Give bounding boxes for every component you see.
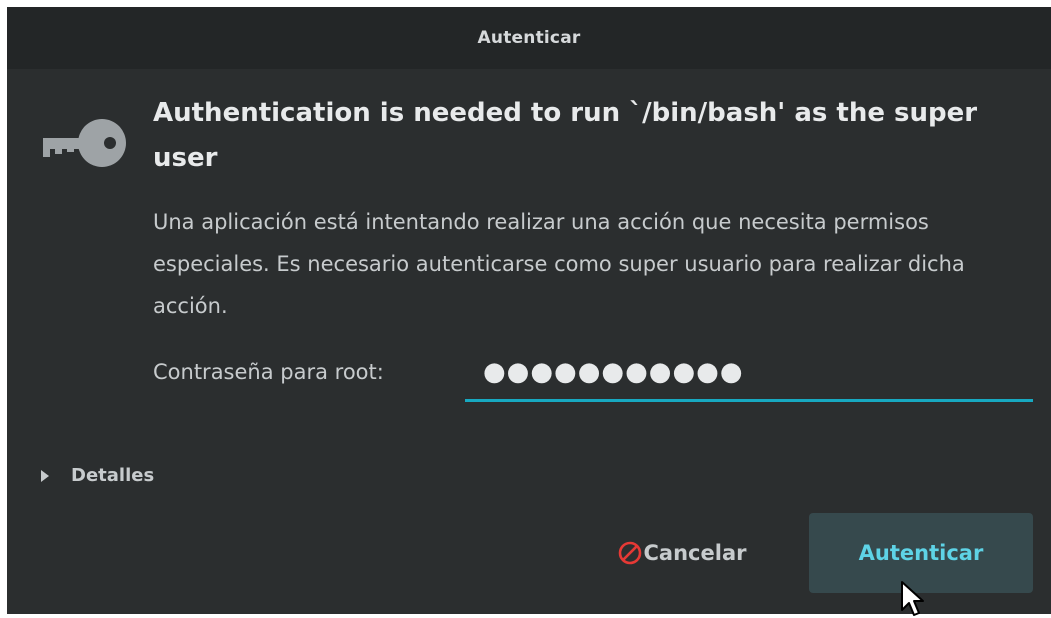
cancel-button[interactable]: Cancelar	[587, 513, 777, 593]
triangle-right-icon	[41, 469, 49, 482]
authenticate-button-label: Autenticar	[858, 541, 984, 565]
details-expander[interactable]: Detalles	[41, 465, 154, 486]
window-title: Autenticar	[477, 28, 581, 48]
authentication-dialog: Autenticar Authentication is needed to r…	[7, 7, 1051, 616]
dialog-heading: Authentication is needed to run `/bin/ba…	[153, 98, 978, 173]
dialog-message: Una aplicación está intentando realizar …	[153, 210, 965, 318]
key-icon	[43, 119, 126, 167]
cancel-button-label: Cancelar	[643, 541, 747, 565]
password-label: Contraseña para root:	[153, 360, 384, 384]
titlebar[interactable]: Autenticar	[7, 7, 1051, 69]
authenticate-button[interactable]: Autenticar	[809, 513, 1033, 593]
forbidden-icon	[618, 541, 641, 565]
password-masked-value: ●●●●●●●●●●●	[483, 357, 744, 387]
password-input[interactable]: ●●●●●●●●●●●	[465, 350, 1033, 402]
details-label: Detalles	[71, 465, 155, 486]
